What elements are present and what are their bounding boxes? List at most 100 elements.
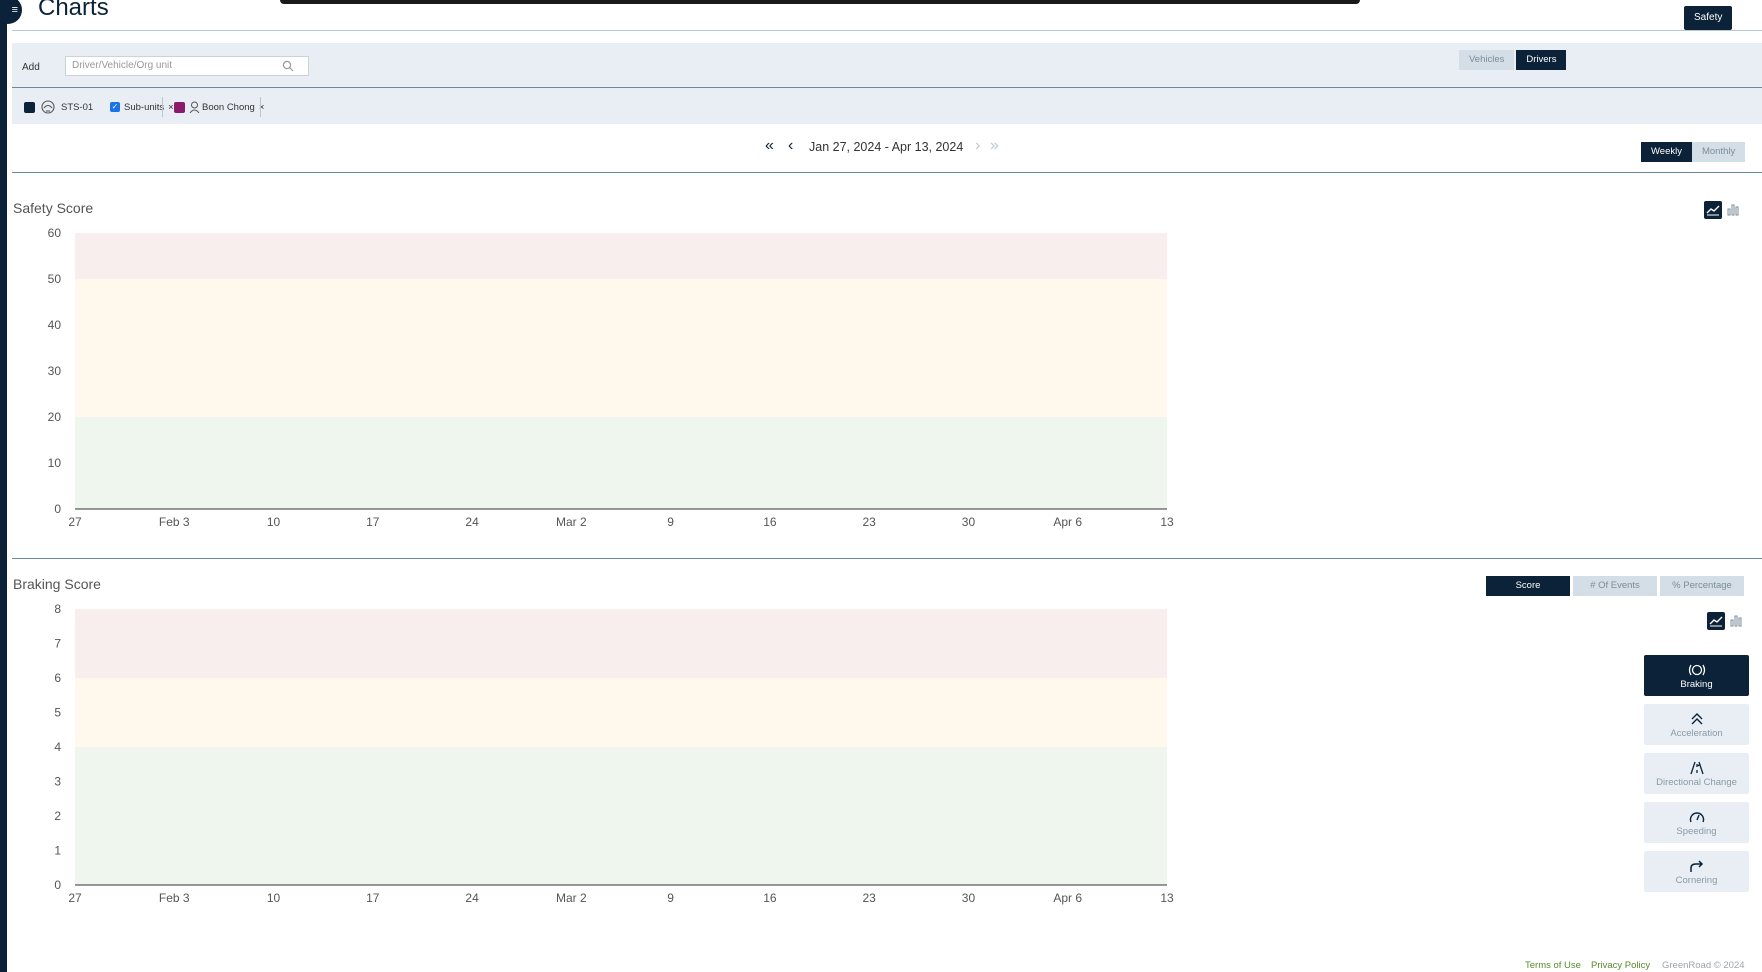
x-tick-label: 27 bbox=[68, 515, 82, 529]
terms-link[interactable]: Terms of Use bbox=[1525, 960, 1581, 971]
y-tick-label: 1 bbox=[54, 844, 61, 858]
x-tick-label: 17 bbox=[366, 515, 380, 529]
x-tick-label: 17 bbox=[366, 891, 380, 905]
score-band-red bbox=[75, 609, 1167, 678]
safety-chart-title: Safety Score bbox=[13, 200, 94, 216]
braking-score-chart: 01234567827 Feb 3 10 17 24 Mar 2 9 16 23 30 Apr 61… bbox=[54, 602, 1174, 905]
y-tick-label: 6 bbox=[54, 671, 61, 685]
y-tick-label: 0 bbox=[54, 878, 61, 892]
subunits-chip[interactable]: ✓ Sub-units × bbox=[110, 100, 174, 114]
x-tick-label: 24 bbox=[465, 515, 479, 529]
score-band-yellow bbox=[75, 279, 1167, 417]
y-tick-label: 2 bbox=[54, 809, 61, 823]
percentage-tab[interactable]: % Percentage bbox=[1660, 576, 1744, 596]
y-tick-label: 10 bbox=[48, 456, 62, 470]
driver-label: Boon Chong bbox=[202, 101, 255, 113]
previous-period-icon[interactable]: ‹ bbox=[788, 138, 793, 154]
nav-divider bbox=[12, 172, 1762, 173]
metric-cornering-button[interactable]: Cornering bbox=[1644, 851, 1749, 892]
score-band-yellow bbox=[75, 678, 1167, 747]
search-icon[interactable] bbox=[282, 60, 294, 72]
org-unit-icon bbox=[41, 100, 55, 114]
x-tick-label: Mar 2 bbox=[556, 891, 587, 905]
x-tick-label: 27 bbox=[68, 891, 82, 905]
braking-measure-toggle: Score # Of Events % Percentage bbox=[1486, 576, 1744, 596]
y-tick-label: 8 bbox=[54, 602, 61, 616]
metric-acceleration-button[interactable]: Acceleration bbox=[1644, 704, 1749, 745]
copyright-text: GreenRoad © 2024 bbox=[1662, 960, 1745, 971]
privacy-link[interactable]: Privacy Policy bbox=[1591, 960, 1650, 971]
x-tick-label: 23 bbox=[863, 515, 877, 529]
x-tick-label: Feb 3 bbox=[159, 891, 190, 905]
search-placeholder: Driver/Vehicle/Org unit bbox=[72, 60, 173, 71]
metric-speeding-button[interactable]: Speeding bbox=[1644, 802, 1749, 843]
page-title: Charts bbox=[38, 0, 109, 21]
drivers-tab[interactable]: Drivers bbox=[1516, 50, 1567, 70]
line-chart-icon[interactable] bbox=[1704, 201, 1722, 219]
y-tick-label: 20 bbox=[48, 410, 62, 424]
score-tab[interactable]: Score bbox=[1486, 576, 1570, 596]
cornering-icon bbox=[1689, 860, 1703, 872]
metric-directional-change-label: Directional Change bbox=[1656, 777, 1737, 788]
driver-icon bbox=[189, 101, 200, 113]
weekly-tab[interactable]: Weekly bbox=[1641, 142, 1692, 162]
vehicles-tab[interactable]: Vehicles bbox=[1459, 50, 1515, 70]
safety-score-chart: 0 10 20 30 40 50 60 27 Feb 3 10 17 24 Mar 2 9 16 23 30 Ap… bbox=[48, 226, 1174, 529]
x-tick-label: Apr 6 bbox=[1053, 891, 1082, 905]
braking-chart-title: Braking Score bbox=[13, 576, 101, 592]
line-chart-icon[interactable] bbox=[1707, 612, 1725, 630]
x-tick-label: 10 bbox=[267, 515, 281, 529]
last-period-icon[interactable]: » bbox=[990, 138, 999, 154]
org-unit-color-swatch[interactable] bbox=[24, 101, 35, 113]
events-tab[interactable]: # Of Events bbox=[1573, 576, 1657, 596]
metric-acceleration-label: Acceleration bbox=[1670, 728, 1723, 739]
y-tick-label: 3 bbox=[54, 775, 61, 789]
score-band-green bbox=[75, 417, 1167, 509]
chip-separator bbox=[162, 97, 163, 117]
filter-bar: STS-01 ✓ Sub-units × Boon Chong × bbox=[12, 88, 1762, 124]
y-tick-label: 30 bbox=[48, 364, 62, 378]
date-range: Jan 27, 2024 - Apr 13, 2024 bbox=[809, 140, 964, 154]
acceleration-icon bbox=[1691, 713, 1702, 725]
x-tick-label: Feb 3 bbox=[159, 515, 190, 529]
score-band-green bbox=[75, 747, 1167, 885]
add-bar: Add Driver/Vehicle/Org unit Vehicles Dri… bbox=[12, 43, 1762, 88]
x-tick-label: 23 bbox=[863, 891, 877, 905]
x-tick-label: 9 bbox=[667, 515, 674, 529]
subunits-label: Sub-units bbox=[124, 101, 165, 113]
driver-color-swatch[interactable] bbox=[174, 101, 185, 113]
top-strip bbox=[280, 0, 1360, 4]
subunits-checkbox[interactable]: ✓ bbox=[110, 102, 120, 112]
y-tick-label: 40 bbox=[48, 318, 62, 332]
org-unit-chip[interactable]: STS-01 bbox=[24, 100, 93, 114]
x-tick-label: 30 bbox=[962, 891, 976, 905]
menu-icon[interactable]: ≡ bbox=[0, 0, 22, 24]
add-label: Add bbox=[22, 62, 40, 73]
search-input[interactable]: Driver/Vehicle/Org unit bbox=[65, 56, 309, 76]
org-unit-label: STS-01 bbox=[61, 101, 94, 113]
braking-chart-type-toggle bbox=[1707, 612, 1745, 630]
bar-chart-icon[interactable] bbox=[1727, 612, 1745, 630]
metric-directional-change-button[interactable]: Directional Change bbox=[1644, 753, 1749, 794]
next-period-icon[interactable]: › bbox=[975, 138, 980, 154]
period-toggle: Weekly Monthly bbox=[1641, 142, 1746, 162]
driver-chip[interactable]: Boon Chong × bbox=[174, 100, 264, 114]
x-tick-label: 16 bbox=[763, 891, 777, 905]
entity-toggle: Vehicles Drivers bbox=[1459, 50, 1567, 70]
first-period-icon[interactable]: « bbox=[765, 138, 774, 154]
bar-chart-icon[interactable] bbox=[1724, 201, 1742, 219]
remove-subunits-icon[interactable]: × bbox=[168, 102, 174, 113]
metric-braking-button[interactable]: Braking bbox=[1644, 655, 1749, 696]
y-tick-label: 7 bbox=[54, 637, 61, 651]
score-band-red bbox=[75, 233, 1167, 279]
x-tick-label: 10 bbox=[267, 891, 281, 905]
x-tick-label: Apr 6 bbox=[1053, 515, 1082, 529]
safety-button[interactable]: Safety bbox=[1684, 6, 1733, 30]
monthly-tab[interactable]: Monthly bbox=[1691, 142, 1746, 162]
safety-chart-type-toggle bbox=[1704, 201, 1742, 219]
x-tick-label: Mar 2 bbox=[556, 515, 587, 529]
x-tick-label: 13 bbox=[1160, 515, 1174, 529]
metric-speeding-label: Speeding bbox=[1676, 826, 1717, 837]
braking-icon bbox=[1688, 664, 1705, 676]
chart-divider bbox=[12, 558, 1762, 559]
